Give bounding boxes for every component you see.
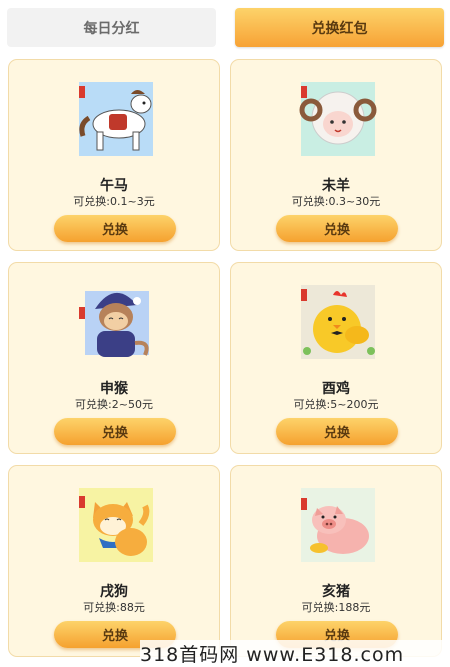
card-price: 可兑换:188元: [301, 601, 371, 614]
zodiac-card-dog: 戌狗 可兑换:88元 兑换: [8, 465, 220, 657]
card-price: 可兑换:5~200元: [293, 398, 379, 411]
card-price: 可兑换:2~50元: [75, 398, 153, 411]
redeem-button[interactable]: 兑换: [54, 418, 176, 445]
zodiac-card-sheep: 未羊 可兑换:0.3~30元 兑换: [230, 59, 442, 251]
card-name: 未羊: [322, 178, 350, 194]
card-price: 可兑换:88元: [83, 601, 145, 614]
card-name: 酉鸡: [322, 381, 350, 397]
dog-icon: [75, 484, 157, 566]
zodiac-card-monkey: 申猴 可兑换:2~50元 兑换: [8, 262, 220, 454]
card-name: 亥猪: [322, 584, 350, 600]
zodiac-card-horse: 午马 可兑换:0.1~3元 兑换: [8, 59, 220, 251]
tab-daily-dividend[interactable]: 每日分红: [7, 8, 216, 47]
tab-redeem-redpacket[interactable]: 兑换红包: [235, 8, 444, 47]
card-price: 可兑换:0.3~30元: [291, 195, 381, 208]
redeem-button[interactable]: 兑换: [276, 418, 398, 445]
redeem-button[interactable]: 兑换: [276, 215, 398, 242]
tab-bar: 每日分红 兑换红包: [0, 0, 450, 55]
pig-icon: [297, 484, 379, 566]
card-name: 申猴: [100, 381, 128, 397]
card-price: 可兑换:0.1~3元: [73, 195, 155, 208]
card-name: 午马: [100, 178, 128, 194]
watermark-text: 318首码网 www.E318.com: [140, 640, 450, 666]
chicken-icon: [297, 281, 379, 363]
card-name: 戌狗: [100, 584, 128, 600]
monkey-icon: [75, 281, 157, 363]
zodiac-card-pig: 亥猪 可兑换:188元 兑换: [230, 465, 442, 657]
sheep-icon: [297, 78, 379, 160]
redeem-button[interactable]: 兑换: [54, 215, 176, 242]
horse-icon: [75, 78, 157, 160]
zodiac-card-chicken: 酉鸡 可兑换:5~200元 兑换: [230, 262, 442, 454]
